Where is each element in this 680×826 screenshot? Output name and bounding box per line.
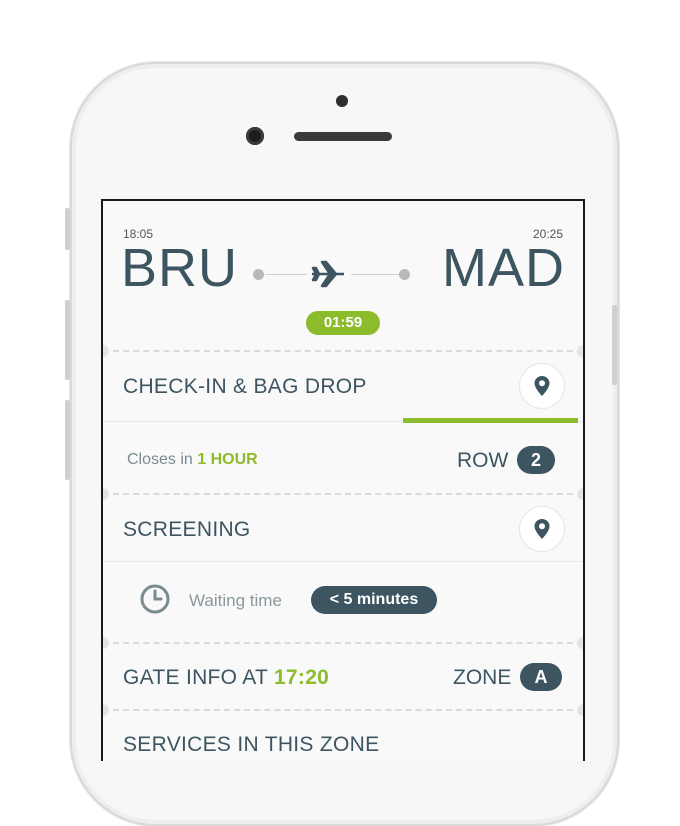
ticket-notch [577, 637, 583, 649]
closes-info: Closes in 1 HOUR [127, 451, 258, 469]
flight-duration-badge: 01:59 [306, 311, 380, 335]
ticket-notch [103, 345, 109, 357]
zone-label: ZONE [453, 666, 512, 689]
zone-badge: A [520, 663, 562, 691]
ticket-notch [577, 704, 583, 716]
waiting-time-badge: < 5 minutes [311, 586, 437, 614]
checkin-map-button[interactable] [519, 363, 565, 409]
phone-power-button [612, 305, 617, 385]
section-separator [103, 350, 583, 352]
gate-info-title: GATE INFO AT 17:20 [123, 666, 329, 690]
gate-info-prefix: GATE INFO AT [123, 666, 268, 689]
gate-time: 17:20 [273, 666, 330, 689]
screening-map-button[interactable] [519, 506, 565, 552]
route-line-right [351, 274, 399, 275]
ticket-notch [103, 637, 109, 649]
section-separator [103, 642, 583, 644]
screening-title: SCREENING [123, 518, 251, 541]
services-title: SERVICES IN THIS ZONE [123, 733, 380, 756]
front-camera [246, 127, 264, 145]
row-divider [103, 561, 583, 562]
phone-volume-down-button [65, 400, 70, 480]
closes-prefix: Closes in [127, 451, 193, 468]
origin-airport: BRU [121, 238, 239, 298]
checkin-progress-bar [403, 418, 578, 423]
checkin-title: CHECK-IN & BAG DROP [123, 375, 367, 398]
phone-volume-up-button [65, 300, 70, 380]
ticket-notch [577, 345, 583, 357]
route-line-left [265, 274, 307, 275]
route-end-dot [399, 269, 410, 280]
ticket-notch [103, 704, 109, 716]
section-separator [103, 709, 583, 711]
phone-side-button [65, 208, 70, 250]
closes-value: 1 HOUR [197, 451, 258, 468]
app-screen: 18:05 20:25 BRU MAD 01:59 CHECK-IN & BAG… [101, 199, 585, 761]
plane-icon [311, 260, 344, 288]
clock-icon [140, 584, 170, 614]
map-pin-icon [534, 376, 550, 396]
section-separator [103, 493, 583, 495]
earpiece-speaker [294, 132, 392, 141]
sensor-dot [336, 95, 348, 107]
map-pin-icon [534, 519, 550, 539]
row-number-badge: 2 [517, 446, 555, 474]
ticket-notch [577, 488, 583, 500]
ticket-notch [103, 488, 109, 500]
destination-airport: MAD [442, 238, 565, 298]
route-start-dot [253, 269, 264, 280]
row-label: ROW [457, 449, 509, 472]
waiting-time-label: Waiting time [189, 591, 282, 610]
